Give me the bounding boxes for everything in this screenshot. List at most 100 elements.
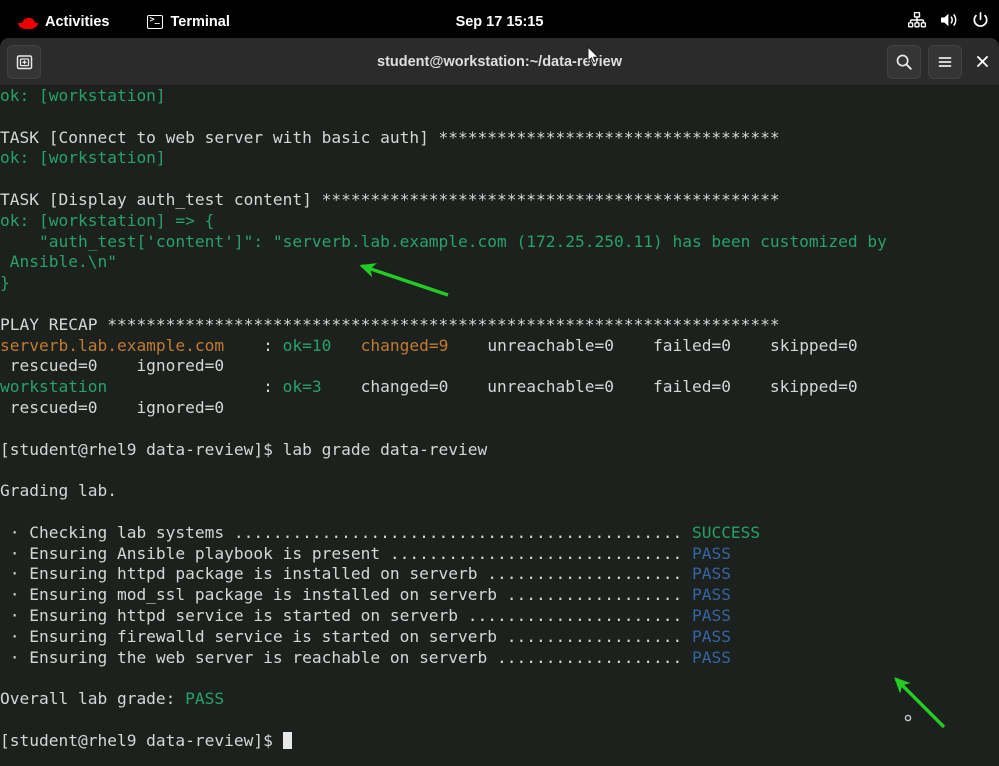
terminal-text-span: unreachable=0 failed=0 skipped=0 xyxy=(448,336,857,355)
terminal-line: ok: [workstation] => { xyxy=(0,211,887,232)
terminal-text: ok: [workstation] TASK [Connect to web s… xyxy=(0,86,887,752)
terminal-output-area[interactable]: ok: [workstation] TASK [Connect to web s… xyxy=(0,86,999,766)
terminal-text-span: : xyxy=(107,377,282,396)
redhat-logo-icon xyxy=(18,15,38,30)
terminal-line xyxy=(0,668,887,689)
terminal-text-span: ok: xyxy=(0,86,39,105)
search-button[interactable] xyxy=(887,45,921,79)
terminal-line: serverb.lab.example.com : ok=10 changed=… xyxy=(0,336,887,357)
terminal-text-span: : xyxy=(224,336,282,355)
terminal-text-span: PASS xyxy=(692,648,731,667)
terminal-text-span: workstation xyxy=(0,377,107,396)
terminal-text-span: [workstation] xyxy=(39,148,166,167)
power-icon xyxy=(972,12,989,33)
close-button[interactable] xyxy=(969,45,995,79)
system-status-area[interactable] xyxy=(908,12,989,33)
terminal-window: student@workstation:~/data-review xyxy=(0,38,999,766)
terminal-line: Grading lab. xyxy=(0,481,887,502)
terminal-line: · Ensuring firewalld service is started … xyxy=(0,627,887,648)
terminal-line xyxy=(0,294,887,315)
app-menu-label: Terminal xyxy=(170,14,229,30)
terminal-text-span: PASS xyxy=(692,544,731,563)
terminal-line: TASK [Connect to web server with basic a… xyxy=(0,128,887,149)
terminal-text-span: ok: xyxy=(0,211,39,230)
terminal-text-span: PASS xyxy=(692,564,731,583)
hamburger-menu-icon xyxy=(936,53,954,71)
volume-icon xyxy=(940,12,958,32)
terminal-text-span: } xyxy=(0,273,10,292)
terminal-text-span: rescued=0 ignored=0 xyxy=(0,356,224,375)
terminal-line: } xyxy=(0,273,887,294)
terminal-text-span: SUCCESS xyxy=(692,523,760,542)
terminal-line xyxy=(0,460,887,481)
menu-button[interactable] xyxy=(928,45,962,79)
terminal-line: workstation : ok=3 changed=0 unreachable… xyxy=(0,377,887,398)
titlebar-controls xyxy=(887,45,995,79)
terminal-text-span: · Ensuring httpd package is installed on… xyxy=(0,564,692,583)
terminal-line: [student@rhel9 data-review]$ xyxy=(0,731,887,752)
terminal-text-span: [workstation] xyxy=(39,86,166,105)
window-title: student@workstation:~/data-review xyxy=(0,54,999,70)
terminal-text-span: serverb.lab.example.com xyxy=(0,336,224,355)
terminal-text-span: ok: xyxy=(0,148,39,167)
activities-label: Activities xyxy=(45,14,109,30)
new-tab-icon xyxy=(16,53,33,70)
terminal-line: "auth_test['content']": "serverb.lab.exa… xyxy=(0,232,887,253)
activities-button[interactable]: Activities xyxy=(10,11,117,33)
terminal-text-span: "auth_test['content']": "serverb.lab.exa… xyxy=(0,232,887,251)
terminal-text-span: Grading lab. xyxy=(0,481,117,500)
terminal-text-span xyxy=(331,336,360,355)
clock-label: Sep 17 15:15 xyxy=(456,14,544,30)
terminal-line xyxy=(0,169,887,190)
terminal-line: PLAY RECAP *****************************… xyxy=(0,315,887,336)
clock-button[interactable]: Sep 17 15:15 xyxy=(448,11,552,33)
terminal-line: Ansible.\n" xyxy=(0,252,887,273)
terminal-text-span: ok=3 xyxy=(283,377,322,396)
window-title-bar: student@workstation:~/data-review xyxy=(0,38,999,86)
terminal-text-span: PASS xyxy=(692,627,731,646)
terminal-text-span: · Ensuring Ansible playbook is present .… xyxy=(0,544,692,563)
terminal-text-span: [workstation] => { xyxy=(39,211,214,230)
terminal-text-span: TASK [Connect to web server with basic a… xyxy=(0,128,780,147)
terminal-text-span: TASK [Display auth_test content] *******… xyxy=(0,190,780,209)
terminal-text-span: changed=0 unreachable=0 failed=0 skipped… xyxy=(322,377,858,396)
terminal-text-span: · Checking lab systems .................… xyxy=(0,523,692,542)
close-icon xyxy=(975,54,990,69)
mouse-pointer-cursor xyxy=(587,46,600,65)
terminal-line: ok: [workstation] xyxy=(0,148,887,169)
new-tab-button[interactable] xyxy=(7,45,41,79)
terminal-text-span: rescued=0 ignored=0 xyxy=(0,398,224,417)
terminal-line xyxy=(0,419,887,440)
terminal-text-span: · Ensuring the web server is reachable o… xyxy=(0,648,692,667)
terminal-line: · Ensuring mod_ssl package is installed … xyxy=(0,585,887,606)
terminal-line: TASK [Display auth_test content] *******… xyxy=(0,190,887,211)
text-cursor xyxy=(283,732,293,749)
terminal-line: · Ensuring Ansible playbook is present .… xyxy=(0,544,887,565)
terminal-line: · Checking lab systems .................… xyxy=(0,523,887,544)
search-icon xyxy=(895,53,913,71)
terminal-text-span: PLAY RECAP *****************************… xyxy=(0,315,780,334)
terminal-line: rescued=0 ignored=0 xyxy=(0,356,887,377)
terminal-line: [student@rhel9 data-review]$ lab grade d… xyxy=(0,440,887,461)
network-icon xyxy=(908,12,926,32)
terminal-line: ok: [workstation] xyxy=(0,86,887,107)
terminal-text-span: · Ensuring firewalld service is started … xyxy=(0,627,692,646)
terminal-text-span: [student@rhel9 data-review]$ lab grade d… xyxy=(0,440,487,459)
terminal-line xyxy=(0,107,887,128)
terminal-text-span: PASS xyxy=(185,689,224,708)
terminal-line xyxy=(0,502,887,523)
terminal-text-span: [student@rhel9 data-review]$ xyxy=(0,731,283,750)
terminal-line xyxy=(0,710,887,731)
terminal-text-span: · Ensuring mod_ssl package is installed … xyxy=(0,585,692,604)
terminal-line: · Ensuring the web server is reachable o… xyxy=(0,648,887,669)
terminal-icon xyxy=(147,15,163,29)
terminal-line: · Ensuring httpd package is installed on… xyxy=(0,564,887,585)
terminal-text-span: · Ensuring httpd service is started on s… xyxy=(0,606,692,625)
terminal-line: rescued=0 ignored=0 xyxy=(0,398,887,419)
terminal-text-span: Overall lab grade: xyxy=(0,689,185,708)
app-menu-terminal[interactable]: Terminal xyxy=(139,11,237,33)
terminal-text-span: PASS xyxy=(692,585,731,604)
terminal-line: Overall lab grade: PASS xyxy=(0,689,887,710)
terminal-text-span: Ansible.\n" xyxy=(0,252,117,271)
terminal-text-span: PASS xyxy=(692,606,731,625)
